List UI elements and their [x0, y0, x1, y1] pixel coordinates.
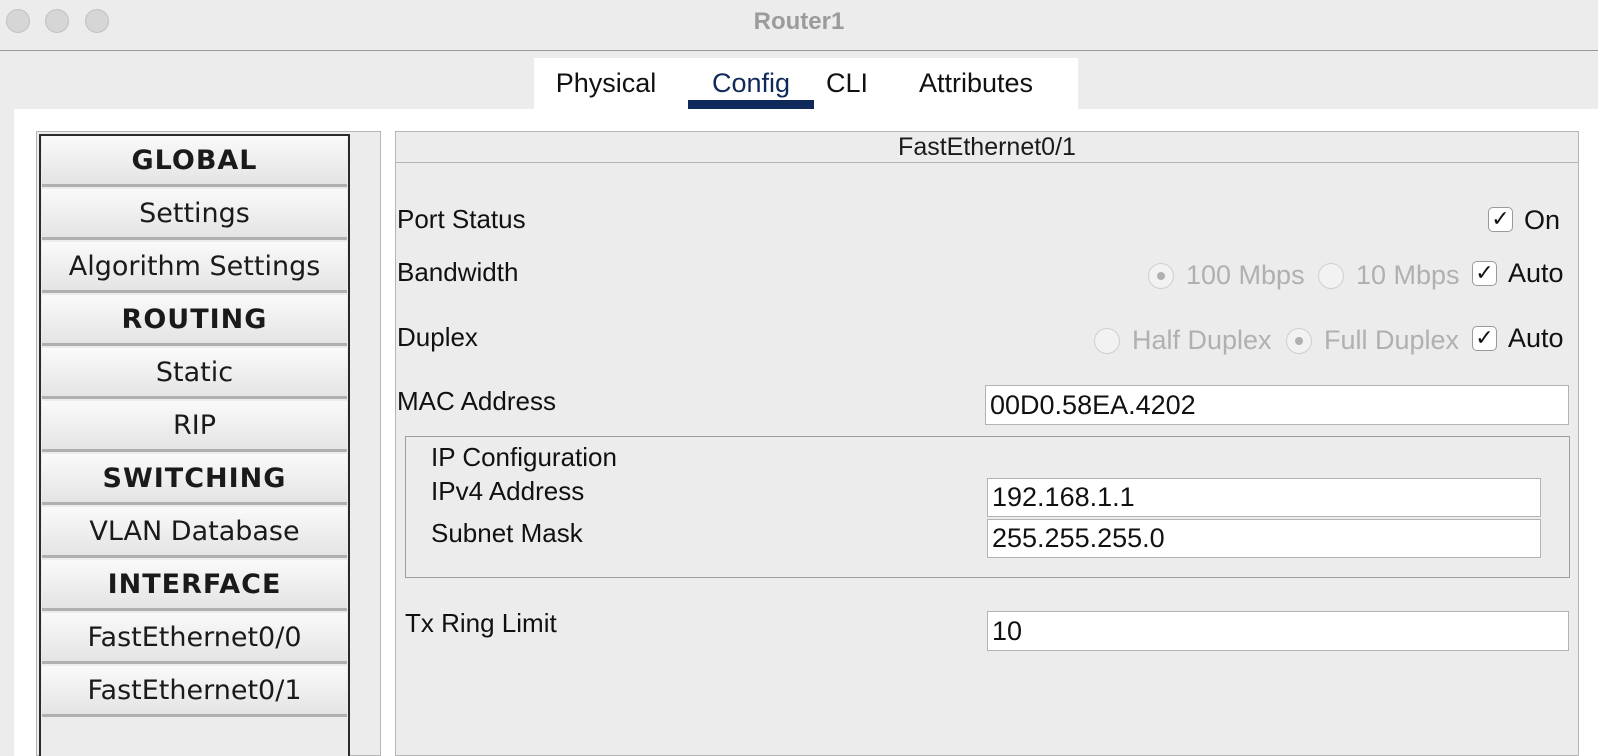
- port-status-label: Port Status: [397, 204, 526, 234]
- sidebar-item-settings[interactable]: Settings: [42, 189, 347, 240]
- full-duplex-label: Full Duplex: [1324, 325, 1460, 355]
- half-duplex-label: Half Duplex: [1132, 325, 1272, 355]
- subnet-mask-field[interactable]: [987, 519, 1541, 558]
- port-status-on-label: On: [1524, 205, 1561, 235]
- tab-config-label: Config: [711, 68, 791, 98]
- ipv4-address-label: IPv4 Address: [431, 476, 585, 506]
- subnet-mask-label: Subnet Mask: [431, 518, 583, 548]
- sidebar-item-fastethernet0-1[interactable]: FastEthernet0/1: [42, 666, 347, 717]
- mac-address-label: MAC Address: [397, 386, 556, 416]
- bandwidth-auto-checkbox[interactable]: ✓: [1472, 261, 1497, 286]
- bandwidth-10-label: 10 Mbps: [1356, 260, 1460, 290]
- sidebar-header-global: GLOBAL: [42, 136, 347, 187]
- tab-config[interactable]: Config: [688, 68, 814, 110]
- tab-cli[interactable]: CLI: [820, 68, 874, 110]
- half-duplex-radio[interactable]: [1094, 328, 1120, 354]
- duplex-auto-label: Auto: [1508, 323, 1564, 353]
- sidebar-header-interface: INTERFACE: [42, 560, 347, 611]
- tx-ring-limit-field[interactable]: [987, 611, 1569, 651]
- bandwidth-100-label: 100 Mbps: [1186, 260, 1305, 290]
- sidebar-item-vlan-database[interactable]: VLAN Database: [42, 507, 347, 558]
- sidebar-header-routing: ROUTING: [42, 295, 347, 346]
- bandwidth-auto-label: Auto: [1508, 258, 1564, 288]
- interface-title: FastEthernet0/1: [396, 132, 1578, 163]
- ipv4-address-field[interactable]: [987, 478, 1541, 517]
- sidebar-list: GLOBAL Settings Algorithm Settings ROUTI…: [39, 134, 350, 756]
- bandwidth-label: Bandwidth: [397, 257, 519, 287]
- sidebar-item-static[interactable]: Static: [42, 348, 347, 399]
- duplex-auto-checkbox[interactable]: ✓: [1472, 326, 1497, 351]
- sidebar-item-algorithm-settings[interactable]: Algorithm Settings: [42, 242, 347, 293]
- ip-configuration-title: IP Configuration: [431, 442, 617, 472]
- window-title: Router1: [753, 8, 845, 35]
- sidebar-header-switching: SWITCHING: [42, 454, 347, 505]
- port-status-checkbox[interactable]: ✓: [1488, 207, 1513, 232]
- bandwidth-10-radio[interactable]: [1318, 263, 1344, 289]
- tx-ring-limit-label: Tx Ring Limit: [405, 608, 557, 638]
- mac-address-field[interactable]: [985, 385, 1569, 425]
- tab-attributes[interactable]: Attributes: [914, 68, 1038, 110]
- bandwidth-100-radio[interactable]: [1148, 263, 1174, 289]
- tab-physical[interactable]: Physical: [548, 68, 664, 110]
- full-duplex-radio[interactable]: [1286, 328, 1312, 354]
- sidebar-item-rip[interactable]: RIP: [42, 401, 347, 452]
- tab-bar: Physical Config CLI Attributes: [534, 58, 1078, 110]
- title-bar: Router1: [0, 0, 1598, 51]
- duplex-label: Duplex: [397, 322, 478, 352]
- sidebar-item-fastethernet0-0[interactable]: FastEthernet0/0: [42, 613, 347, 664]
